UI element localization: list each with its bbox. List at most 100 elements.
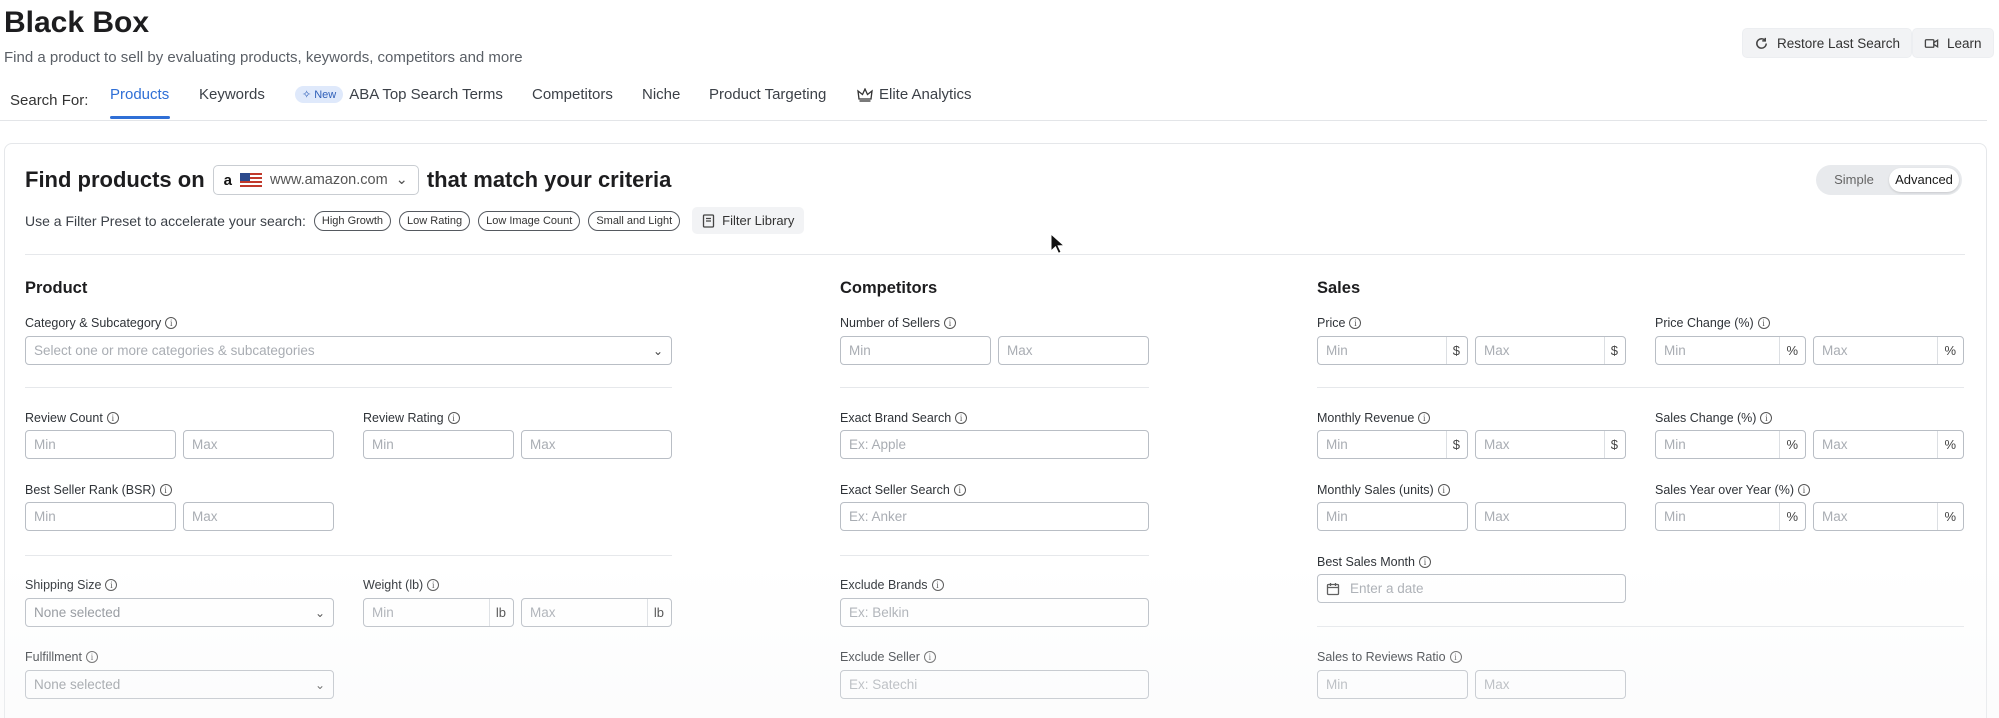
preset-small-and-light[interactable]: Small and Light: [588, 210, 681, 231]
marketplace-select[interactable]: a www.amazon.com ⌄: [212, 165, 419, 195]
info-icon[interactable]: i: [944, 317, 957, 329]
review-count-min-placeholder: Min: [34, 437, 56, 452]
sales-yoy-max[interactable]: Max%: [1813, 502, 1964, 531]
info-icon[interactable]: i: [1418, 412, 1431, 424]
info-icon[interactable]: i: [1449, 651, 1462, 663]
tab-competitors[interactable]: Competitors: [532, 86, 613, 103]
active-tab-indicator: [110, 116, 170, 119]
best-sales-month-label: Best Sales Month i: [1317, 555, 1431, 569]
exact-seller-placeholder: Ex: Anker: [849, 509, 907, 524]
num-sellers-min[interactable]: Min: [840, 336, 991, 365]
tab-elite-analytics[interactable]: Elite Analytics: [857, 86, 972, 103]
bsr-max[interactable]: Max: [183, 502, 334, 531]
monthly-sales-max[interactable]: Max: [1475, 502, 1626, 531]
info-icon[interactable]: i: [1797, 484, 1810, 496]
info-icon[interactable]: i: [1349, 317, 1362, 329]
mode-toggle[interactable]: Simple Advanced: [1816, 165, 1962, 195]
tab-keywords[interactable]: Keywords: [199, 86, 265, 103]
monthly-revenue-min[interactable]: Min $: [1317, 430, 1468, 459]
info-icon[interactable]: i: [105, 579, 118, 591]
info-icon[interactable]: i: [159, 484, 172, 496]
preset-low-rating[interactable]: Low Rating: [399, 210, 471, 231]
learn-button[interactable]: Learn: [1912, 28, 1994, 58]
bsr-label: Best Seller Rank (BSR) i: [25, 483, 172, 497]
divider: [25, 555, 672, 556]
fulfillment-select[interactable]: None selected ⌄: [25, 670, 334, 699]
exclude-brands-input[interactable]: Ex: Belkin: [840, 598, 1149, 627]
preset-high-growth[interactable]: High Growth: [313, 210, 392, 231]
mode-simple[interactable]: Simple: [1819, 168, 1889, 192]
monthly-sales-min[interactable]: Min: [1317, 502, 1468, 531]
new-badge: ✧ New: [295, 86, 344, 103]
tab-aba-top-search-terms[interactable]: ✧ New ABA Top Search Terms: [295, 86, 503, 103]
exact-seller-input[interactable]: Ex: Anker: [840, 502, 1149, 531]
exclude-seller-input[interactable]: Ex: Satechi: [840, 670, 1149, 699]
sales-reviews-ratio-max[interactable]: Max: [1475, 670, 1626, 699]
review-count-max[interactable]: Max: [183, 430, 334, 459]
num-sellers-max[interactable]: Max: [998, 336, 1149, 365]
sales-reviews-ratio-label: Sales to Reviews Ratio i: [1317, 650, 1462, 664]
sales-reviews-ratio-min[interactable]: Min: [1317, 670, 1468, 699]
preset-low-image-count[interactable]: Low Image Count: [478, 210, 581, 231]
category-select[interactable]: Select one or more categories & subcateg…: [25, 336, 672, 365]
tab-products-label: Products: [110, 86, 170, 103]
info-icon[interactable]: i: [1437, 484, 1450, 496]
num-sellers-max-placeholder: Max: [1007, 343, 1033, 358]
info-icon[interactable]: i: [106, 412, 119, 424]
price-change-max[interactable]: Max%: [1813, 336, 1964, 365]
exact-brand-input[interactable]: Ex: Apple: [840, 430, 1149, 459]
info-icon[interactable]: i: [931, 579, 944, 591]
info-icon[interactable]: i: [447, 412, 460, 424]
sales-yoy-min[interactable]: Min%: [1655, 502, 1806, 531]
find-suffix: that match your criteria: [426, 167, 672, 192]
info-icon[interactable]: i: [427, 579, 440, 591]
weight-min-placeholder: Min: [372, 605, 394, 620]
shipping-size-value: None selected: [34, 605, 121, 620]
info-icon[interactable]: i: [1760, 412, 1773, 424]
bsr-min[interactable]: Min: [25, 502, 176, 531]
restore-last-search-button[interactable]: Restore Last Search: [1742, 28, 1913, 58]
review-count-max-placeholder: Max: [192, 437, 218, 452]
shipping-size-select[interactable]: None selected ⌄: [25, 598, 334, 627]
exact-seller-label: Exact Seller Search i: [840, 483, 966, 497]
tab-niche-label: Niche: [642, 86, 681, 103]
info-icon[interactable]: i: [1757, 317, 1770, 329]
info-icon[interactable]: i: [923, 651, 936, 663]
exclude-brands-placeholder: Ex: Belkin: [849, 605, 910, 620]
chevron-down-icon: ⌄: [652, 343, 663, 358]
weight-max[interactable]: Max lb: [521, 598, 672, 627]
sales-change-min[interactable]: Min%: [1655, 430, 1806, 459]
monthly-sales-max-placeholder: Max: [1484, 509, 1510, 524]
divider: [840, 555, 1149, 556]
review-rating-min[interactable]: Min: [363, 430, 514, 459]
weight-min[interactable]: Min lb: [363, 598, 514, 627]
category-label: Category & Subcategory i: [25, 316, 178, 330]
sparkle-icon: ✧: [302, 89, 312, 101]
price-max[interactable]: Max $: [1475, 336, 1626, 365]
bsr-min-placeholder: Min: [34, 509, 56, 524]
monthly-sales-label: Monthly Sales (units) i: [1317, 483, 1450, 497]
tab-product-targeting-label: Product Targeting: [709, 86, 827, 103]
price-min[interactable]: Min $: [1317, 336, 1468, 365]
sales-yoy-min-placeholder: Min: [1664, 509, 1686, 524]
amazon-logo: a: [223, 171, 232, 189]
info-icon[interactable]: i: [85, 651, 98, 663]
review-rating-max[interactable]: Max: [521, 430, 672, 459]
tab-keywords-label: Keywords: [199, 86, 265, 103]
sales-change-max[interactable]: Max%: [1813, 430, 1964, 459]
filter-library-button[interactable]: Filter Library: [692, 207, 805, 234]
price-change-min[interactable]: Min%: [1655, 336, 1806, 365]
info-icon[interactable]: i: [955, 412, 968, 424]
tab-niche[interactable]: Niche: [642, 86, 680, 103]
best-sales-month-input[interactable]: Enter a date: [1317, 574, 1626, 603]
monthly-revenue-max[interactable]: Max $: [1475, 430, 1626, 459]
tab-products[interactable]: Products: [110, 86, 169, 103]
tab-product-targeting[interactable]: Product Targeting: [709, 86, 826, 103]
sales-change-label: Sales Change (%) i: [1655, 411, 1773, 425]
info-icon[interactable]: i: [953, 484, 966, 496]
info-icon[interactable]: i: [1418, 556, 1431, 568]
mode-advanced[interactable]: Advanced: [1889, 168, 1959, 192]
review-count-min[interactable]: Min: [25, 430, 176, 459]
marketplace-value: www.amazon.com: [270, 172, 388, 188]
info-icon[interactable]: i: [165, 317, 178, 329]
